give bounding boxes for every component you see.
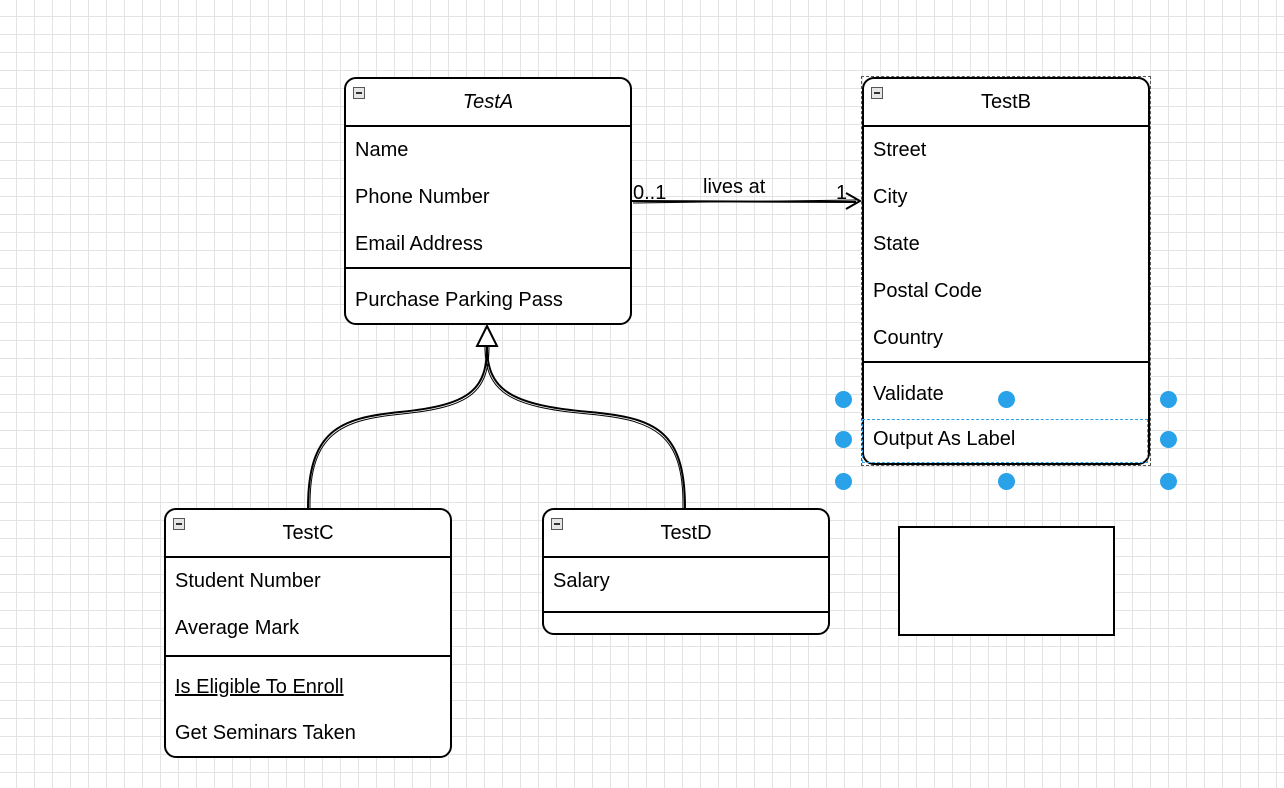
resize-handle-e[interactable] <box>1160 431 1177 448</box>
source-multiplicity: 0..1 <box>633 182 667 204</box>
generalization-line-testd[interactable] <box>486 345 686 509</box>
resize-handle-ne[interactable] <box>1160 391 1177 408</box>
class-name: TestA <box>462 91 514 113</box>
generalization-line-testc[interactable] <box>307 345 488 509</box>
resize-handle-n[interactable] <box>998 391 1015 408</box>
attribute-row[interactable]: Average Mark <box>166 605 450 652</box>
target-multiplicity: 1 <box>836 182 848 204</box>
class-header[interactable]: TestA <box>346 79 630 127</box>
resize-handle-nw[interactable] <box>835 391 852 408</box>
resize-handle-w[interactable] <box>835 431 852 448</box>
class-header[interactable]: TestD <box>544 510 828 558</box>
attribute-row[interactable]: Email Address <box>346 221 630 268</box>
attribute-row[interactable]: Street <box>864 127 1148 174</box>
attribute-row[interactable]: Country <box>864 315 1148 362</box>
method-row[interactable]: Purchase Parking Pass <box>346 269 630 323</box>
attribute-row[interactable]: City <box>864 174 1148 221</box>
class-testc[interactable]: TestC Student Number Average Mark Is Eli… <box>164 508 452 758</box>
class-testd[interactable]: TestD Salary <box>542 508 830 635</box>
class-header[interactable]: TestC <box>166 510 450 558</box>
class-testa[interactable]: TestA Name Phone Number Email Address Pu… <box>344 77 632 325</box>
resize-handle-s[interactable] <box>998 473 1015 490</box>
resize-handle-se[interactable] <box>1160 473 1177 490</box>
class-header[interactable]: TestB <box>864 79 1148 127</box>
method-row-selected[interactable]: Output As Label <box>864 418 1148 463</box>
method-row[interactable]: Get Seminars Taken <box>166 712 450 756</box>
method-row[interactable]: Is Eligible To Enroll <box>166 657 450 712</box>
association-label[interactable]: lives at <box>703 176 765 199</box>
attribute-row[interactable]: State <box>864 221 1148 268</box>
generalization-arrowhead <box>475 323 499 347</box>
resize-handle-sw[interactable] <box>835 473 852 490</box>
attribute-row[interactable]: Postal Code <box>864 268 1148 315</box>
attribute-row[interactable]: Phone Number <box>346 174 630 221</box>
class-name: TestD <box>660 522 712 544</box>
class-name: TestB <box>980 91 1032 113</box>
empty-rectangle[interactable] <box>898 526 1115 636</box>
generalization-line-testc-sketch <box>309 345 490 509</box>
attribute-row[interactable]: Student Number <box>166 558 450 605</box>
attribute-row[interactable]: Salary <box>544 558 828 605</box>
attribute-row[interactable]: Name <box>346 127 630 174</box>
class-name: TestC <box>282 522 334 544</box>
divider <box>544 611 828 613</box>
